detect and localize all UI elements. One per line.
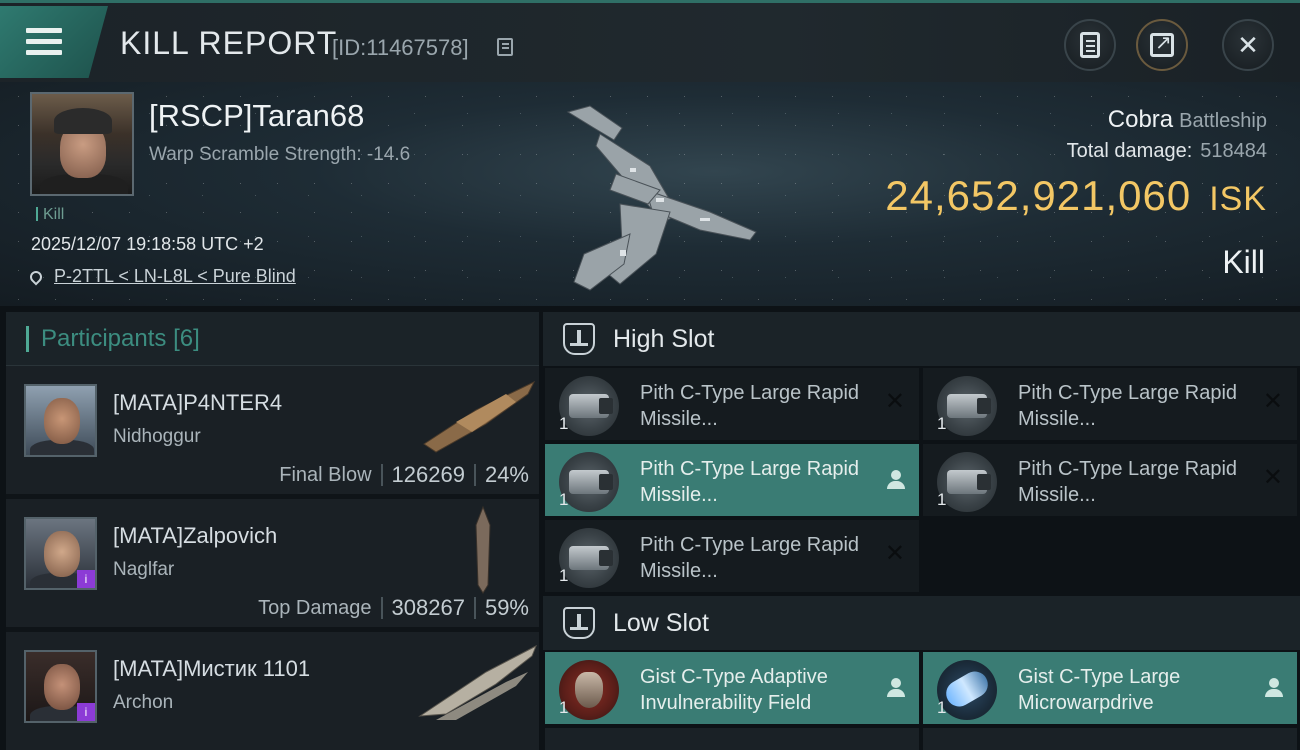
destroyed-icon: ✕ — [884, 540, 905, 567]
module-item-partial[interactable] — [545, 728, 919, 750]
isk-unit: ISK — [1209, 180, 1267, 218]
participant-ship-image — [423, 380, 536, 453]
participant-ship: Nidhoggur — [113, 426, 201, 447]
low-slot-title: Low Slot — [613, 608, 709, 637]
participant-ship-image — [475, 505, 491, 594]
module-item[interactable]: 1 Gist C-Type Adaptive Invulnerability F… — [545, 652, 919, 724]
participant-name: [MATA]Мистик 1101 — [113, 656, 311, 681]
participant-role: Top Damage — [258, 596, 372, 619]
header-bar: KILL REPORT [ID:11467578] ✕ — [0, 0, 1300, 82]
participant-row[interactable]: i [MATA]Мистик 1101 Archon — [6, 632, 539, 750]
participant-name: [MATA]Zalpovich — [113, 523, 278, 548]
module-name: Gist C-Type Adaptive Invulnerability Fie… — [640, 666, 828, 714]
participant-damage: 308267 — [391, 595, 465, 620]
ship-class: Battleship — [1179, 110, 1267, 132]
total-damage-label: Total damage: — [1066, 140, 1193, 162]
participant-role: Final Blow — [279, 463, 372, 486]
module-qty: 1 — [559, 566, 569, 585]
module-item[interactable]: 1 Gist C-Type Large Microwarpdrive — [923, 652, 1297, 724]
participant-row[interactable]: [MATA]P4NTER4 Nidhoggur Final Blow 12626… — [6, 366, 539, 499]
module-qty: 1 — [937, 414, 947, 433]
victim-ship: Cobra Battleship — [1108, 106, 1267, 134]
participant-row[interactable]: i [MATA]Zalpovich Naglfar Top Damage 308… — [6, 499, 539, 632]
total-damage: Total damage: 518484 — [1067, 140, 1267, 163]
high-slot-icon — [563, 323, 595, 355]
module-item[interactable]: 1 Pith C-Type Large Rapid Missile... ✕ — [923, 444, 1297, 516]
destroyed-icon: ✕ — [884, 388, 905, 415]
clipboard-button[interactable] — [1064, 19, 1116, 71]
low-slot-header: Low Slot — [543, 596, 1300, 650]
module-item[interactable]: 1 Pith C-Type Large Rapid Missile... — [545, 444, 919, 516]
share-icon — [1150, 30, 1174, 57]
participant-name: [MATA]P4NTER4 — [113, 390, 283, 415]
location-link[interactable]: P-2TTL < LN-L8L < Pure Blind — [54, 266, 296, 287]
kill-datetime: 2025/12/07 19:18:58 UTC +2 — [31, 234, 264, 254]
module-name: Pith C-Type Large Rapid Missile... — [1018, 458, 1238, 506]
location-pin-icon — [27, 268, 45, 285]
module-item[interactable]: 1 Pith C-Type Large Rapid Missile... ✕ — [545, 368, 919, 440]
high-slot-header: High Slot — [543, 312, 1300, 366]
victim-ship-image[interactable] — [560, 94, 760, 294]
module-item[interactable]: 1 Pith C-Type Large Rapid Missile... ✕ — [545, 520, 919, 592]
ship-name: Cobra — [1107, 106, 1174, 133]
participant-ship: Archon — [113, 692, 174, 713]
module-item[interactable]: 1 Pith C-Type Large Rapid Missile... ✕ — [923, 368, 1297, 440]
high-slot-title: High Slot — [613, 324, 715, 353]
participant-damage: 126269 — [391, 462, 465, 487]
participants-header[interactable]: Participants [6] — [6, 312, 539, 366]
fitting-panel: High Slot 1 Pith C-Type Large Rapid Miss… — [543, 312, 1300, 750]
participant-avatar[interactable]: i — [24, 517, 97, 590]
destroyed-icon: ✕ — [1262, 464, 1283, 491]
victim-banner: [RSCP]Taran68 Warp Scramble Strength: -1… — [0, 82, 1300, 306]
isk-amount: 24,652,921,060 — [885, 172, 1192, 219]
participant-avatar[interactable] — [24, 384, 97, 457]
participant-stats: Final Blow 126269 24% — [279, 462, 529, 488]
module-name: Gist C-Type Large Microwarpdrive — [1018, 666, 1181, 714]
victim-portrait[interactable] — [30, 92, 134, 196]
participants-label: Participants — [41, 324, 167, 352]
participant-ship: Naglfar — [113, 559, 175, 580]
module-qty: 1 — [559, 698, 569, 717]
module-qty: 1 — [559, 414, 569, 433]
corp-role-icon: i — [77, 570, 95, 588]
module-name: Pith C-Type Large Rapid Missile... — [640, 534, 860, 582]
victim-name[interactable]: [RSCP]Taran68 — [149, 98, 364, 134]
module-qty: 1 — [937, 490, 947, 509]
module-name: Pith C-Type Large Rapid Missile... — [640, 382, 860, 430]
share-button[interactable] — [1136, 19, 1188, 71]
kill-id: [ID:11467578] — [332, 35, 469, 60]
kill-location[interactable]: P-2TTL < LN-L8L < Pure Blind — [27, 266, 296, 287]
participant-avatar[interactable]: i — [24, 650, 97, 723]
kill-result: Kill — [1222, 244, 1265, 280]
close-button[interactable]: ✕ — [1222, 19, 1274, 71]
participant-stats: Top Damage 308267 59% — [258, 595, 529, 621]
close-icon: ✕ — [1237, 29, 1259, 60]
kill-tag: Kill — [36, 206, 64, 224]
module-item-partial[interactable] — [923, 728, 1297, 750]
warp-scramble-strength: Warp Scramble Strength: -14.6 — [149, 144, 411, 165]
hamburger-icon — [26, 28, 62, 56]
isk-value: 24,652,921,060 ISK — [885, 172, 1267, 220]
module-name: Pith C-Type Large Rapid Missile... — [640, 458, 860, 506]
low-slot-icon — [563, 607, 595, 639]
destroyed-icon: ✕ — [1262, 388, 1283, 415]
participants-count: [6] — [173, 324, 200, 352]
corp-role-icon: i — [77, 703, 95, 721]
module-qty: 1 — [937, 698, 947, 717]
participant-percent: 59% — [484, 595, 529, 620]
dropped-person-icon — [887, 470, 905, 490]
copy-icon[interactable] — [497, 38, 513, 56]
participant-percent: 24% — [484, 462, 529, 487]
module-qty: 1 — [559, 490, 569, 509]
dropped-person-icon — [1265, 678, 1283, 698]
page-title: KILL REPORT — [120, 25, 338, 61]
menu-button[interactable] — [0, 6, 108, 78]
total-damage-value: 518484 — [1200, 140, 1267, 162]
clipboard-icon — [1080, 32, 1100, 58]
dropped-person-icon — [887, 678, 905, 698]
participants-panel: Participants [6] [MATA]P4NTER4 Nidhoggur… — [6, 312, 539, 750]
participant-ship-image — [418, 644, 537, 720]
module-name: Pith C-Type Large Rapid Missile... — [1018, 382, 1238, 430]
